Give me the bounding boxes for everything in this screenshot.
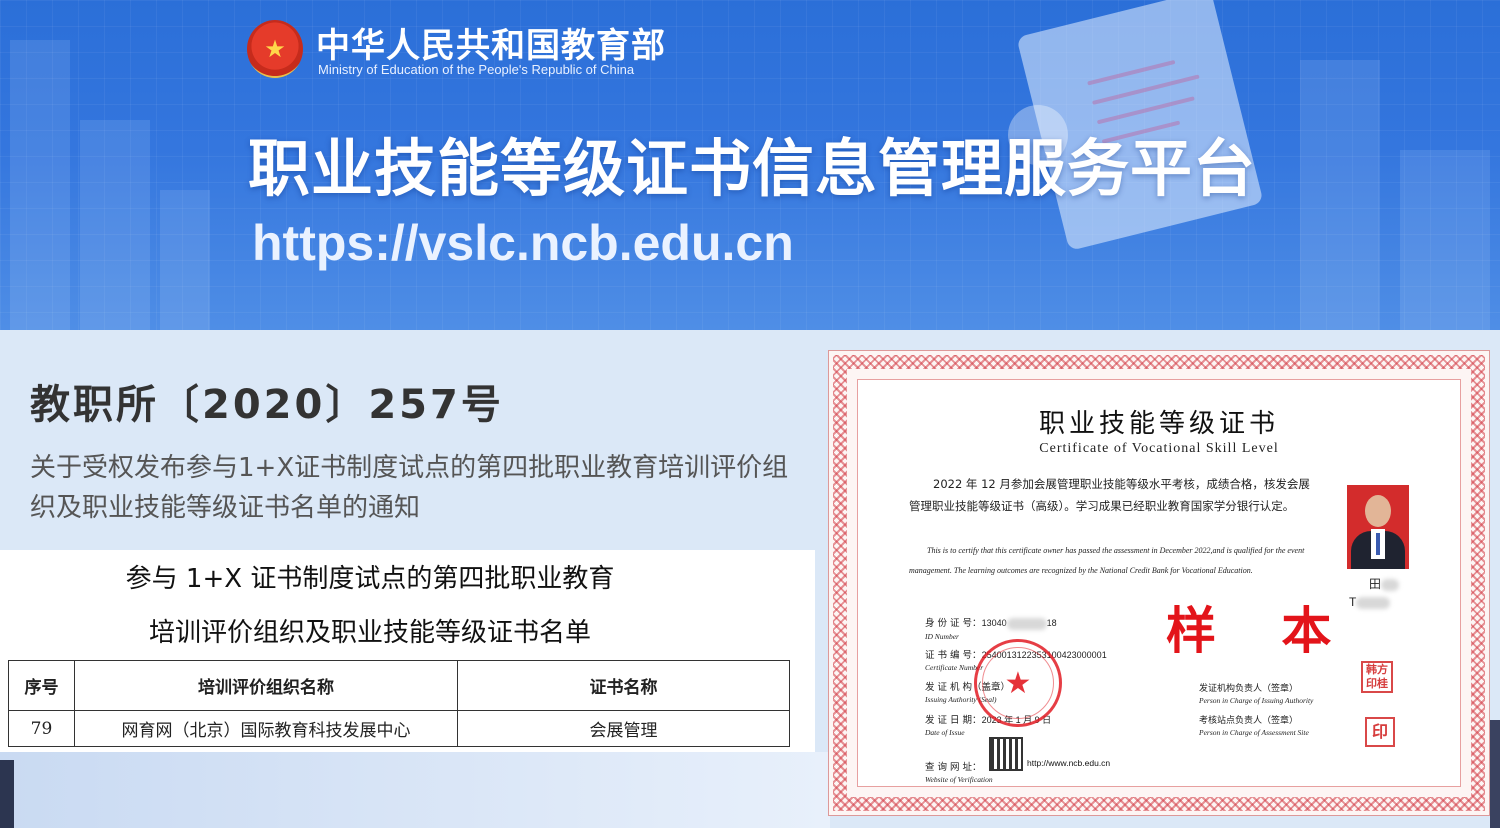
column-header: 培训评价组织名称 <box>74 660 458 711</box>
assessment-site-signer: 考核站点负责人（签章） Person in Charge of Assessme… <box>1199 716 1309 737</box>
platform-banner: ★ 中华人民共和国教育部 Ministry of Education of th… <box>0 0 1500 330</box>
column-header: 证书名称 <box>457 660 790 711</box>
holder-photo <box>1347 485 1409 569</box>
sample-watermark: 样 本 <box>1166 602 1356 660</box>
document-excerpt: 参与 1+X 证书制度试点的第四批职业教育 培训评价组织及职业技能等级证书名单 … <box>0 550 815 752</box>
building-silhouette <box>1300 60 1380 330</box>
organization-table: 序号 培训评价组织名称 证书名称 79 网育网（北京）国际教育科技发展中心 会展… <box>8 660 790 747</box>
certificate-title: 职业技能等级证书 <box>1038 409 1279 439</box>
table-cell: 会展管理 <box>457 710 790 747</box>
issuing-authority-signer: 发证机构负责人（签章） Person in Charge of Issuing … <box>1199 684 1314 705</box>
column-header: 序号 <box>8 660 75 711</box>
table-header-row: 序号 培训评价组织名称 证书名称 <box>8 660 790 711</box>
platform-url: https://vslc.ncb.edu.cn <box>252 215 794 271</box>
building-silhouette <box>80 120 150 330</box>
edge-decoration <box>1490 720 1500 828</box>
holder-name: 田 <box>1369 575 1400 592</box>
id-number-field: 身 份 证 号：13040 18 ID Number <box>925 617 1057 641</box>
certificate-body-cn: 2022 年 12 月参加会展管理职业技能等级水平考核，成绩合格，核发会展管理职… <box>909 477 1310 513</box>
building-silhouette <box>10 40 70 330</box>
qr-code-icon <box>989 737 1023 771</box>
table-cell: 网育网（北京）国际教育科技发展中心 <box>74 710 458 747</box>
document-heading-line2: 培训评价组织及职业技能等级证书名单 <box>148 618 591 648</box>
building-silhouette <box>160 190 210 330</box>
sample-certificate: 职业技能等级证书 Certificate of Vocational Skill… <box>828 350 1490 816</box>
verification-url: http://www.ncb.edu.cn <box>1027 758 1111 768</box>
table-row: 79 网育网（北京）国际教育科技发展中心 会展管理 <box>8 710 790 747</box>
table-cell: 79 <box>8 710 75 747</box>
signature-stamp-icon: 韩方印桂 <box>1361 661 1393 693</box>
bottom-decoration <box>0 752 830 828</box>
national-emblem-icon: ★ <box>247 20 303 78</box>
platform-title: 职业技能等级证书信息管理服务平台 <box>248 132 1257 205</box>
ministry-name-cn: 中华人民共和国教育部 <box>316 26 666 66</box>
certificate-body-en: This is to certify that this certificate… <box>909 546 1305 575</box>
verification-website-field: 查 询 网 址： Website of Verification <box>925 762 993 784</box>
notice-title: 关于受权发布参与1+X证书制度试点的第四批职业教育培训评价组织及职业技能等级证书… <box>30 453 789 523</box>
signature-stamp-icon: 印 <box>1365 717 1395 747</box>
ministry-name-en: Ministry of Education of the People's Re… <box>318 62 635 77</box>
document-number: 教职所〔2020〕257号 <box>30 382 504 428</box>
official-seal-icon: ★ <box>974 639 1062 727</box>
building-silhouette <box>1400 150 1490 330</box>
document-heading-line1: 参与 1+X 证书制度试点的第四批职业教育 <box>125 564 615 594</box>
certificate-subtitle: Certificate of Vocational Skill Level <box>1039 441 1279 456</box>
